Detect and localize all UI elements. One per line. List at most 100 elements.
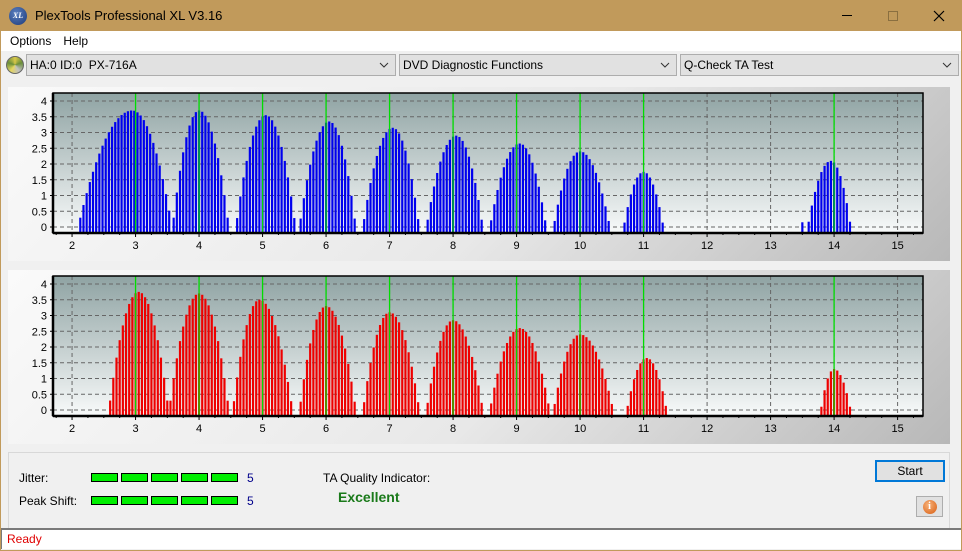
bar: [164, 194, 168, 233]
x-tick-label: 11: [638, 240, 649, 252]
bar: [801, 222, 804, 233]
y-tick-label: 2: [41, 159, 47, 171]
bar: [98, 153, 101, 233]
bar: [88, 182, 91, 233]
bar: [407, 163, 410, 233]
bar: [286, 381, 290, 416]
bar: [467, 345, 471, 416]
bar: [232, 401, 236, 416]
bar: [286, 177, 290, 233]
y-tick-label: 3.5: [32, 112, 47, 124]
bar: [575, 335, 579, 416]
x-tick-label: 7: [387, 240, 393, 252]
bar: [525, 331, 528, 416]
bar: [467, 156, 471, 233]
bar: [505, 342, 509, 416]
bar: [509, 336, 512, 416]
bar: [604, 378, 607, 416]
bar: [464, 147, 467, 233]
bar: [124, 313, 128, 416]
bar: [556, 204, 559, 233]
x-tick-label: 10: [574, 423, 586, 435]
bar: [239, 356, 242, 416]
x-tick-label: 9: [514, 423, 520, 435]
bar: [566, 351, 569, 416]
y-tick-label: 0.5: [32, 206, 47, 218]
maximize-button[interactable]: [870, 0, 916, 31]
bar: [528, 154, 531, 233]
bar: [810, 205, 813, 233]
x-tick-label: 5: [259, 240, 265, 252]
peak-shift-led: [91, 496, 118, 505]
bar: [290, 196, 293, 233]
bar: [372, 347, 375, 416]
bar: [426, 402, 429, 416]
menu-help[interactable]: Help: [57, 31, 94, 51]
bar: [493, 387, 496, 416]
bar: [588, 159, 591, 233]
y-tick-label: 3: [41, 128, 47, 140]
bar: [220, 358, 223, 416]
bar: [169, 400, 172, 416]
bar: [210, 131, 213, 233]
bar: [439, 340, 442, 416]
bar: [101, 145, 104, 233]
bar: [143, 297, 147, 416]
bar: [236, 377, 239, 416]
bar: [413, 197, 417, 233]
bar: [588, 340, 591, 416]
bar: [375, 155, 378, 233]
bar: [544, 387, 547, 416]
start-button[interactable]: Start: [875, 460, 945, 482]
bar: [394, 316, 398, 416]
bar: [826, 162, 829, 233]
bar: [397, 322, 401, 416]
bar: [531, 162, 534, 233]
y-tick-label: 1: [41, 191, 47, 203]
bar: [120, 115, 123, 233]
minimize-button[interactable]: [824, 0, 870, 31]
bar: [353, 401, 356, 416]
bar: [201, 111, 204, 233]
bar: [556, 387, 559, 416]
bar: [807, 221, 810, 233]
bar: [309, 343, 312, 416]
bar: [112, 377, 115, 416]
drive-select[interactable]: HA:0 ID:0 PX-716A: [26, 54, 396, 76]
bar: [337, 324, 340, 416]
bar: [829, 160, 833, 233]
bar: [477, 385, 480, 416]
bar: [385, 313, 388, 416]
peak-shift-value: 5: [247, 494, 254, 508]
function-select[interactable]: DVD Diagnostic Functions: [399, 54, 677, 76]
y-tick-label: 2.5: [32, 326, 47, 338]
test-select[interactable]: Q-Check TA Test: [680, 54, 959, 76]
info-button[interactable]: i: [916, 496, 943, 517]
bar: [340, 145, 344, 233]
bar: [226, 217, 229, 233]
bar: [401, 140, 404, 233]
jitter-led: [91, 473, 118, 482]
bar: [204, 115, 207, 233]
bar: [410, 179, 413, 233]
bar: [499, 361, 502, 416]
bar: [490, 220, 493, 233]
bar: [117, 118, 120, 233]
bar: [290, 401, 293, 416]
bar: [344, 159, 347, 233]
bar: [277, 135, 280, 233]
bar: [645, 358, 648, 416]
jitter-led: [211, 473, 238, 482]
x-tick-label: 5: [259, 423, 265, 435]
x-tick-label: 6: [323, 423, 329, 435]
menu-options[interactable]: Options: [4, 31, 57, 51]
bar: [636, 369, 639, 416]
bar: [118, 340, 121, 416]
bar: [107, 132, 110, 233]
bar: [534, 351, 537, 416]
y-tick-label: 4: [41, 96, 47, 108]
bar: [344, 348, 347, 416]
bar: [340, 335, 344, 416]
close-button[interactable]: [916, 0, 962, 31]
x-tick-label: 14: [828, 423, 840, 435]
